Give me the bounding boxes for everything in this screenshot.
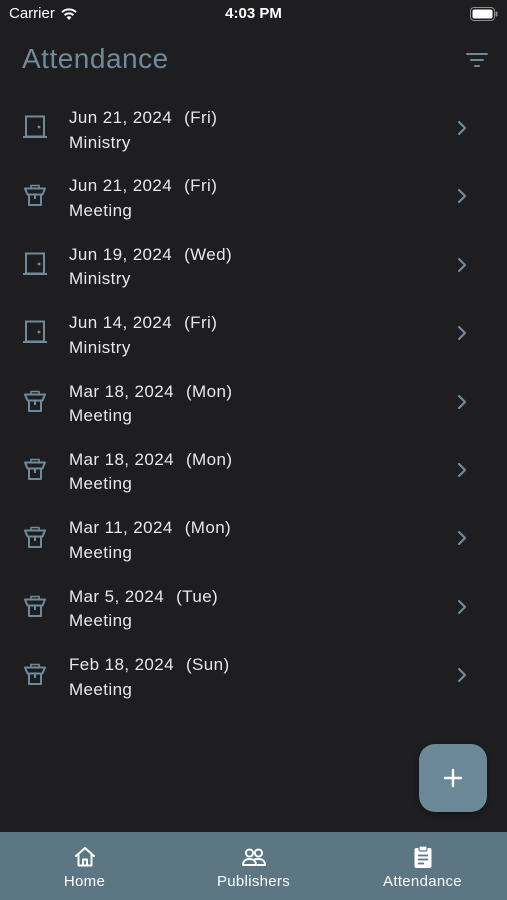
row-text: Mar 18, 2024 (Mon) Meeting [69, 380, 232, 429]
chevron-right-icon [455, 528, 469, 548]
chevron-right-icon [455, 255, 469, 275]
row-day: (Fri) [184, 313, 218, 333]
row-day: (Mon) [185, 449, 233, 469]
row-date: Mar 18, 2024 [69, 381, 174, 401]
attendance-row[interactable]: Jun 21, 2024 (Fri) Ministry [0, 94, 507, 162]
row-type: Ministry [69, 269, 131, 289]
attendance-row[interactable]: Feb 18, 2024 (Sun) Meeting [0, 641, 507, 709]
row-type: Ministry [69, 132, 131, 152]
row-text: Mar 5, 2024 (Tue) Meeting [69, 585, 218, 634]
row-type: Meeting [69, 200, 133, 220]
chevron-right-icon [455, 460, 469, 480]
attendance-row[interactable]: Mar 11, 2024 (Mon) Meeting [0, 504, 507, 572]
row-type: Meeting [69, 406, 133, 426]
row-day: (Wed) [184, 244, 233, 264]
attendance-list: Jun 21, 2024 (Fri) Ministry Jun 21, 2024… [0, 94, 507, 710]
lectern-icon [22, 388, 48, 414]
chevron-right-icon [455, 186, 469, 206]
tab-home[interactable]: Home [0, 832, 169, 900]
row-text: Jun 21, 2024 (Fri) Meeting [69, 174, 217, 223]
row-type: Ministry [69, 337, 131, 357]
row-day: (Tue) [176, 586, 219, 606]
chevron-right-icon [455, 597, 469, 617]
attendance-row[interactable]: Jun 14, 2024 (Fri) Ministry [0, 299, 507, 367]
row-date: Feb 18, 2024 [69, 655, 174, 675]
plus-icon [443, 768, 463, 788]
row-text: Jun 21, 2024 (Fri) Ministry [69, 106, 217, 155]
chevron-right-icon [455, 665, 469, 685]
lectern-icon [22, 593, 48, 619]
row-day: (Mon) [184, 518, 232, 538]
row-text: Mar 18, 2024 (Mon) Meeting [69, 448, 232, 497]
attendance-row[interactable]: Jun 19, 2024 (Wed) Ministry [0, 231, 507, 299]
row-date: Jun 21, 2024 [69, 176, 173, 196]
row-date: Jun 14, 2024 [69, 313, 173, 333]
row-type: Meeting [69, 611, 133, 631]
attendance-row[interactable]: Jun 21, 2024 (Fri) Meeting [0, 162, 507, 230]
row-day: (Sun) [186, 655, 230, 675]
door-icon [22, 114, 48, 140]
chevron-right-icon [455, 323, 469, 343]
chevron-right-icon [455, 392, 469, 412]
attendance-row[interactable]: Mar 5, 2024 (Tue) Meeting [0, 573, 507, 641]
attendance-row[interactable]: Mar 18, 2024 (Mon) Meeting [0, 368, 507, 436]
row-date: Mar 5, 2024 [69, 586, 165, 606]
app-header: Attendance [0, 38, 507, 84]
row-text: Feb 18, 2024 (Sun) Meeting [69, 653, 230, 702]
row-text: Jun 19, 2024 (Wed) Ministry [69, 243, 232, 292]
lectern-icon [22, 661, 48, 687]
row-date: Jun 21, 2024 [69, 108, 173, 127]
lectern-icon [22, 182, 48, 208]
lectern-icon [22, 524, 48, 550]
clock: 4:03 PM [225, 5, 282, 22]
row-type: Meeting [69, 542, 133, 562]
row-date: Jun 19, 2024 [69, 244, 173, 264]
people-icon [241, 848, 266, 866]
clipboard-icon [414, 845, 431, 868]
tab-publishers-label: Publishers [216, 873, 291, 890]
row-date: Mar 11, 2024 [69, 518, 173, 538]
filter-icon[interactable] [465, 49, 489, 73]
tab-attendance-label: Attendance [383, 873, 462, 890]
row-type: Meeting [69, 679, 133, 699]
row-day: (Mon) [185, 381, 233, 401]
battery-icon [470, 7, 498, 25]
status-bar: Carrier 4:03 PM [0, 0, 507, 30]
door-icon [22, 319, 48, 345]
chevron-right-icon [455, 118, 469, 138]
home-icon [74, 847, 95, 867]
door-icon [22, 251, 48, 277]
tab-attendance[interactable]: Attendance [338, 832, 507, 900]
tab-bar: Home Publishers Attendance [0, 832, 507, 900]
lectern-icon [22, 456, 48, 482]
tab-home-label: Home [63, 873, 106, 890]
row-day: (Fri) [184, 176, 218, 196]
row-date: Mar 18, 2024 [69, 449, 174, 469]
add-attendance-button[interactable] [419, 744, 487, 812]
row-day: (Fri) [184, 108, 218, 127]
row-type: Meeting [69, 474, 133, 494]
attendance-row[interactable]: Mar 18, 2024 (Mon) Meeting [0, 436, 507, 504]
row-text: Mar 11, 2024 (Mon) Meeting [69, 516, 231, 565]
page-title: Attendance [22, 43, 169, 74]
row-text: Jun 14, 2024 (Fri) Ministry [69, 311, 217, 360]
tab-publishers[interactable]: Publishers [169, 832, 338, 900]
